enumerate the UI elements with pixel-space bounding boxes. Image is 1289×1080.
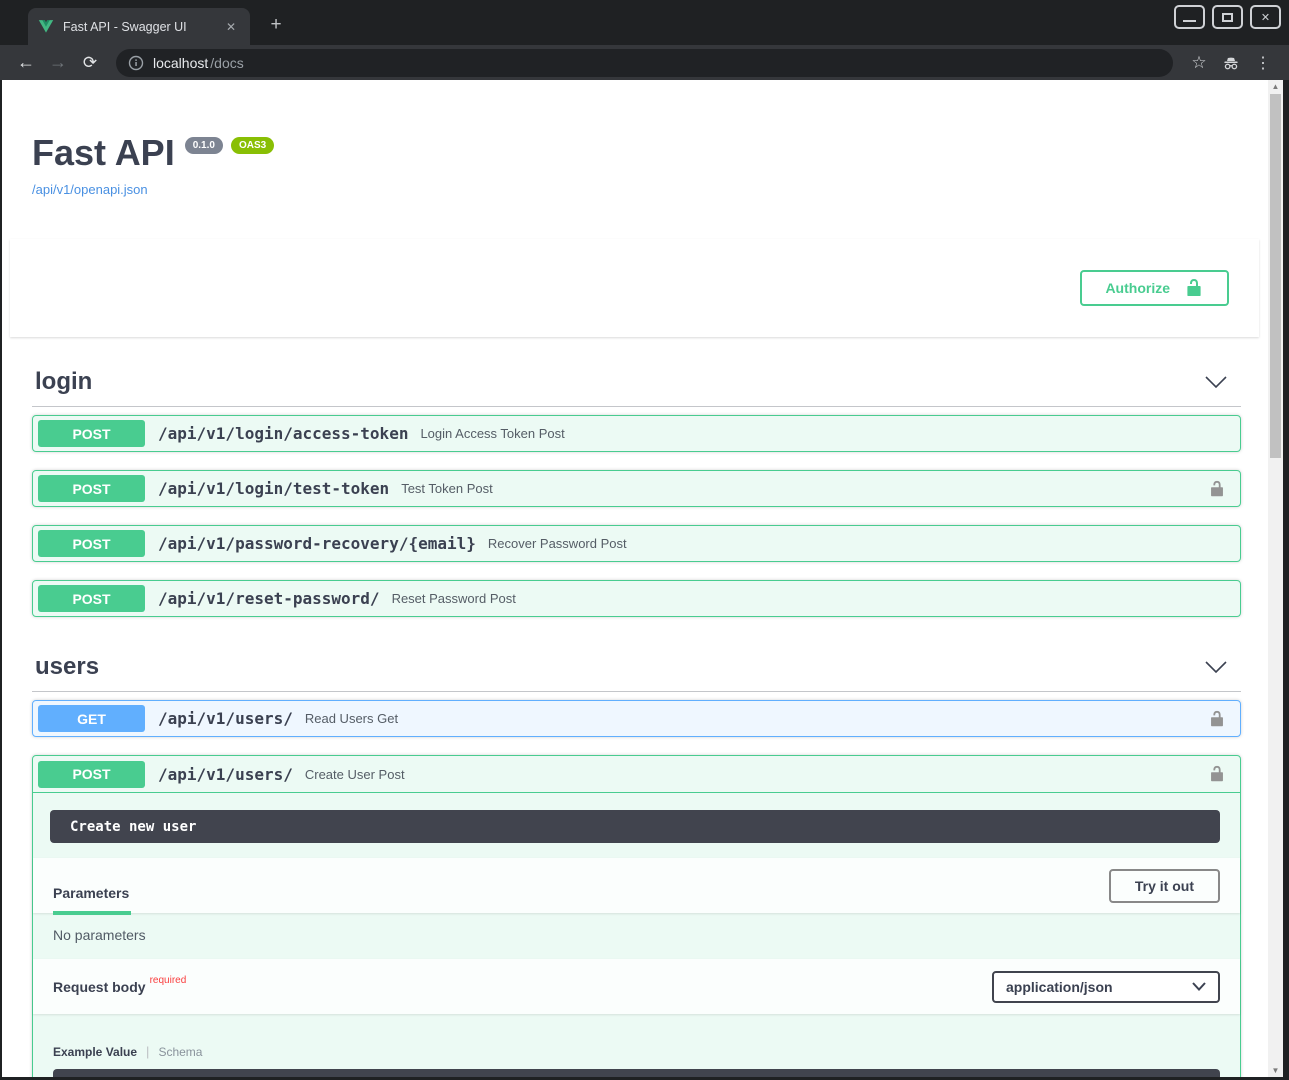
media-type-select[interactable]: application/json	[992, 971, 1220, 1003]
tab-strip: Fast API - Swagger UI ✕ + ✕	[0, 0, 1289, 45]
op-summary: Create User Post	[305, 767, 405, 782]
op-path: /api/v1/password-recovery/{email}	[158, 534, 476, 553]
example-code-block[interactable]: {	[53, 1069, 1220, 1077]
scrollbar-thumb[interactable]	[1270, 94, 1281, 458]
url-path: /docs	[210, 55, 243, 71]
section-title: users	[35, 653, 1191, 681]
method-badge: POST	[38, 475, 145, 502]
model-example-area: Example Value | Schema {	[33, 1014, 1240, 1077]
op-summary: Login Access Token Post	[420, 426, 564, 441]
op-path: /api/v1/login/access-token	[158, 424, 408, 443]
tab-schema[interactable]: Schema	[158, 1045, 202, 1059]
browser-toolbar: ← → ⟳ localhost/docs ☆ ⋮	[0, 45, 1289, 80]
op-summary: Reset Password Post	[392, 591, 516, 606]
new-tab-button[interactable]: +	[262, 11, 290, 39]
section-header-users[interactable]: users	[32, 643, 1241, 692]
back-icon[interactable]: ←	[12, 49, 40, 77]
bookmark-star-icon[interactable]: ☆	[1185, 49, 1213, 77]
request-body-header: Request body required application/json	[33, 959, 1240, 1014]
authorize-button[interactable]: Authorize	[1080, 270, 1229, 306]
scroll-up-icon[interactable]: ▲	[1268, 80, 1283, 93]
opblock-create-user: POST /api/v1/users/ Create User Post Cre…	[32, 755, 1241, 1077]
op-path: /api/v1/users/	[158, 709, 293, 728]
maximize-icon	[1222, 13, 1233, 22]
maximize-button[interactable]	[1212, 5, 1243, 29]
reload-icon[interactable]: ⟳	[76, 49, 104, 77]
minimize-button[interactable]	[1174, 5, 1205, 29]
scroll-down-icon[interactable]: ▼	[1268, 1064, 1283, 1077]
scheme-container: Authorize	[10, 239, 1259, 337]
site-info-icon[interactable]	[128, 55, 144, 71]
method-badge: POST	[38, 530, 145, 557]
browser-menu-icon[interactable]: ⋮	[1249, 49, 1277, 77]
operation-description: Create new user	[50, 810, 1220, 843]
opblock-password-recovery[interactable]: POST /api/v1/password-recovery/{email} R…	[32, 525, 1241, 562]
opblock-login-test-token[interactable]: POST /api/v1/login/test-token Test Token…	[32, 470, 1241, 507]
page-title: Fast API	[32, 133, 175, 173]
op-path: /api/v1/reset-password/	[158, 589, 380, 608]
media-type-value: application/json	[1006, 979, 1113, 995]
op-path: /api/v1/users/	[158, 765, 293, 784]
method-badge: POST	[38, 585, 145, 612]
authorize-label: Authorize	[1105, 280, 1170, 296]
chevron-down-icon[interactable]	[1191, 376, 1241, 388]
openapi-spec-link[interactable]: /api/v1/openapi.json	[32, 182, 148, 197]
browser-tab[interactable]: Fast API - Swagger UI ✕	[28, 8, 250, 45]
method-badge: POST	[38, 420, 145, 447]
no-parameters-text: No parameters	[33, 913, 1240, 959]
parameters-header: Parameters Try it out	[33, 858, 1240, 913]
request-body-label: Request body	[53, 979, 146, 995]
section-title: login	[35, 368, 1191, 396]
opblock-read-users[interactable]: GET /api/v1/users/ Read Users Get	[32, 700, 1241, 737]
auth-lock-icon[interactable]	[1208, 765, 1226, 783]
url-host: localhost	[153, 55, 208, 71]
api-info: Fast API 0.1.0 OAS3 /api/v1/openapi.json	[2, 80, 1268, 199]
opblock-summary-create-user[interactable]: POST /api/v1/users/ Create User Post	[33, 756, 1240, 793]
required-label: required	[150, 975, 187, 986]
chevron-down-icon	[1192, 982, 1206, 991]
auth-lock-icon[interactable]	[1208, 710, 1226, 728]
method-badge: GET	[38, 705, 145, 732]
unlocked-padlock-icon	[1184, 278, 1204, 298]
method-badge: POST	[38, 761, 145, 788]
oas3-badge: OAS3	[231, 137, 274, 154]
section-header-login[interactable]: login	[32, 358, 1241, 407]
opblock-login-access-token[interactable]: POST /api/v1/login/access-token Login Ac…	[32, 415, 1241, 452]
op-summary: Recover Password Post	[488, 536, 627, 551]
auth-lock-icon[interactable]	[1208, 480, 1226, 498]
url-bar[interactable]: localhost/docs	[116, 49, 1173, 77]
favicon-v-icon	[38, 19, 54, 34]
opblock-reset-password[interactable]: POST /api/v1/reset-password/ Reset Passw…	[32, 580, 1241, 617]
tab-title: Fast API - Swagger UI	[63, 20, 213, 34]
forward-icon[interactable]: →	[44, 49, 72, 77]
version-badge: 0.1.0	[185, 137, 223, 154]
tab-divider: |	[146, 1044, 149, 1059]
op-summary: Read Users Get	[305, 711, 398, 726]
close-button[interactable]: ✕	[1250, 5, 1281, 29]
tab-parameters[interactable]: Parameters	[53, 871, 131, 915]
page-scrollbar[interactable]: ▲ ▼	[1268, 80, 1283, 1077]
minimize-icon	[1183, 20, 1196, 22]
tab-close-icon[interactable]: ✕	[222, 18, 240, 36]
incognito-icon	[1217, 49, 1245, 77]
op-path: /api/v1/login/test-token	[158, 479, 389, 498]
try-it-out-button[interactable]: Try it out	[1109, 869, 1220, 903]
tab-example-value[interactable]: Example Value	[53, 1045, 137, 1059]
op-summary: Test Token Post	[401, 481, 493, 496]
chevron-down-icon[interactable]	[1191, 661, 1241, 673]
swagger-page: Fast API 0.1.0 OAS3 /api/v1/openapi.json…	[2, 80, 1268, 1077]
